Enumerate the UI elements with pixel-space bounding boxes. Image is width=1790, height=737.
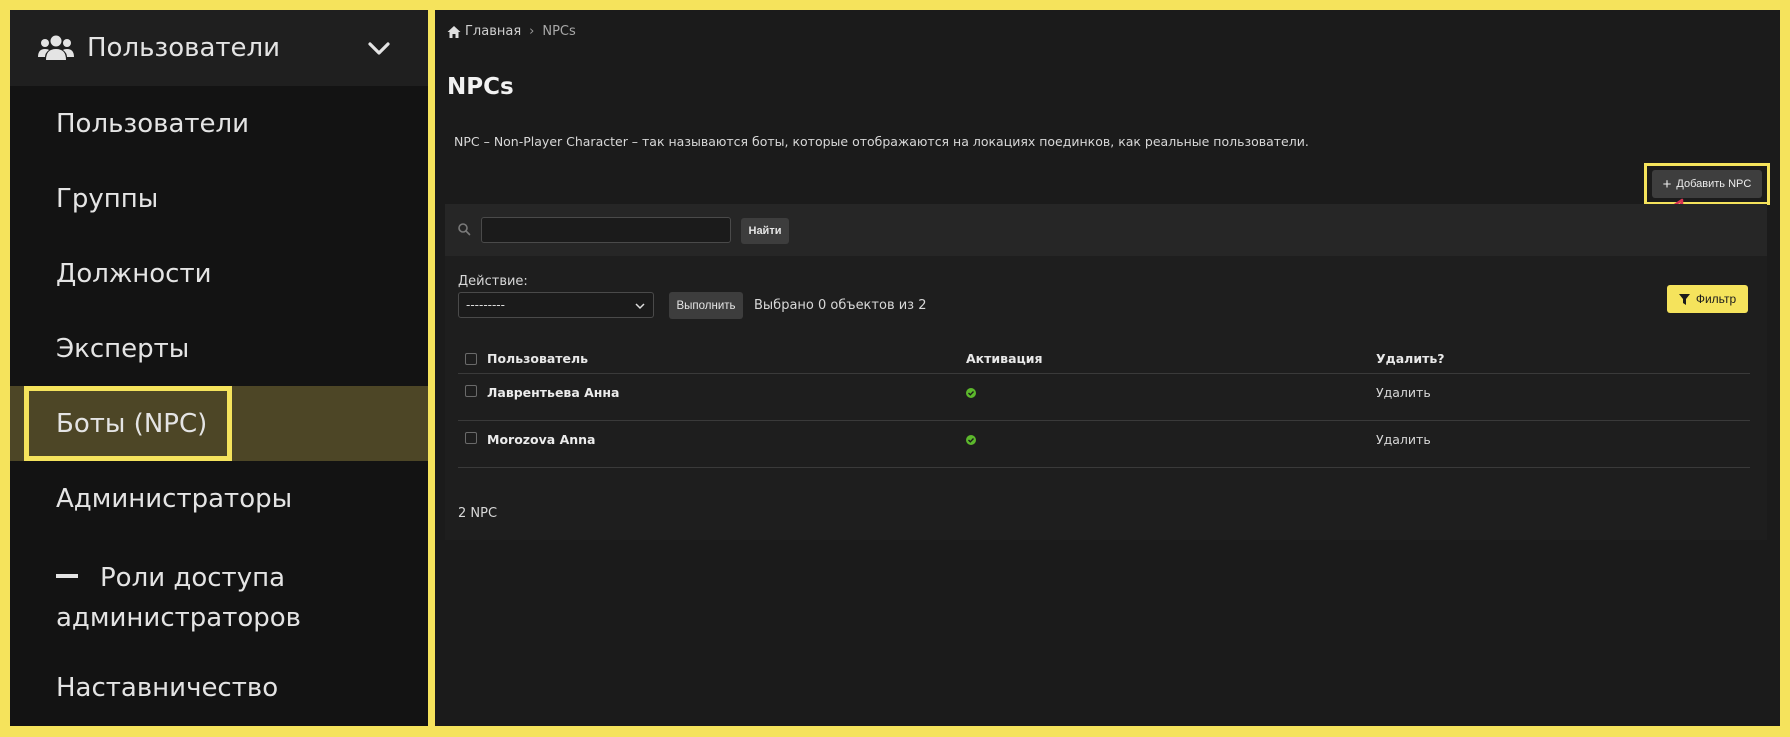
row-user-link[interactable]: Лаврентьева Анна xyxy=(487,385,966,400)
main-content: Главная › NPCs NPCs NPC – Non-Player Cha… xyxy=(435,10,1780,726)
row-activation xyxy=(966,432,1376,448)
column-header-user[interactable]: Пользователь xyxy=(487,351,966,366)
sidebar-item-label: Эксперты xyxy=(56,333,190,364)
table-header: Пользователь Активация Удалить? xyxy=(458,344,1750,374)
breadcrumb: Главная › NPCs xyxy=(447,24,576,39)
result-count: 2 NPC xyxy=(458,506,498,521)
row-checkbox[interactable] xyxy=(465,385,477,397)
sidebar-item-positions[interactable]: Должности xyxy=(10,236,428,311)
divider xyxy=(428,0,435,737)
search-button[interactable]: Найти xyxy=(741,218,789,244)
table-row: Лаврентьева Анна Удалить xyxy=(458,374,1750,421)
sidebar-item-experts[interactable]: Эксперты xyxy=(10,311,428,386)
annotation-highlight-box xyxy=(24,386,232,461)
sidebar-item-groups[interactable]: Группы xyxy=(10,161,428,236)
column-header-delete: Удалить? xyxy=(1376,351,1445,366)
sidebar-item-label: Группы xyxy=(56,183,159,214)
sidebar-item-label: Пользователи xyxy=(56,108,250,139)
breadcrumb-home-link[interactable]: Главная xyxy=(465,24,521,39)
sidebar-item-label: Должности xyxy=(56,258,212,289)
search-icon xyxy=(458,223,471,236)
check-circle-icon xyxy=(966,435,976,445)
action-label: Действие: xyxy=(458,274,528,289)
users-icon xyxy=(38,35,74,60)
sidebar-section-title: Пользователи xyxy=(87,33,281,63)
dash-icon xyxy=(56,574,78,578)
breadcrumb-separator: › xyxy=(529,24,535,39)
select-all-checkbox[interactable] xyxy=(465,352,477,365)
chevron-down-icon[interactable] xyxy=(366,35,392,61)
row-user-link[interactable]: Morozova Anna xyxy=(487,432,966,447)
chevron-down-icon xyxy=(635,303,645,310)
search-input[interactable] xyxy=(481,217,731,243)
action-select[interactable]: --------- xyxy=(458,292,654,318)
breadcrumb-current: NPCs xyxy=(542,24,576,39)
npc-table: Пользователь Активация Удалить? Лавренть… xyxy=(458,344,1750,468)
home-icon[interactable] xyxy=(447,25,461,39)
action-select-value: --------- xyxy=(466,298,505,312)
sidebar-item-admin-roles[interactable]: Роли доступа администраторов xyxy=(10,536,428,650)
execute-action-button[interactable]: Выполнить xyxy=(669,292,743,319)
sidebar-item-bots-npc[interactable]: Боты (NPC) xyxy=(10,386,428,461)
sidebar-section-header[interactable]: Пользователи xyxy=(10,10,428,86)
row-delete-link[interactable]: Удалить xyxy=(1376,432,1676,447)
filter-label: Фильтр xyxy=(1695,292,1737,306)
sidebar-item-label: Наставничество xyxy=(56,672,279,703)
filter-icon xyxy=(1678,293,1690,305)
sidebar-item-administrators[interactable]: Администраторы xyxy=(10,461,428,536)
page-title: NPCs xyxy=(447,74,514,100)
sidebar-item-mentoring[interactable]: Наставничество xyxy=(10,650,428,725)
row-delete-link[interactable]: Удалить xyxy=(1376,385,1676,400)
column-header-activation[interactable]: Активация xyxy=(966,351,1376,366)
check-circle-icon xyxy=(966,388,976,398)
sidebar-item-users[interactable]: Пользователи xyxy=(10,86,428,161)
selected-count: Выбрано 0 объектов из 2 xyxy=(754,298,927,313)
add-npc-label: Добавить NPC xyxy=(1676,178,1752,190)
search-bar: Найти xyxy=(445,204,1767,256)
filter-button[interactable]: Фильтр xyxy=(1667,285,1748,313)
sidebar-item-label-line1: Роли доступа xyxy=(100,563,286,593)
sidebar-item-label-line2: администраторов xyxy=(56,603,301,633)
row-activation xyxy=(966,385,1376,401)
sidebar: Пользователи Пользователи Группы Должнос… xyxy=(10,10,428,726)
row-checkbox[interactable] xyxy=(465,432,477,444)
table-row: Morozova Anna Удалить xyxy=(458,421,1750,468)
sidebar-item-label: Администраторы xyxy=(56,483,293,514)
page-description: NPC – Non-Player Character – так называю… xyxy=(454,134,1309,149)
